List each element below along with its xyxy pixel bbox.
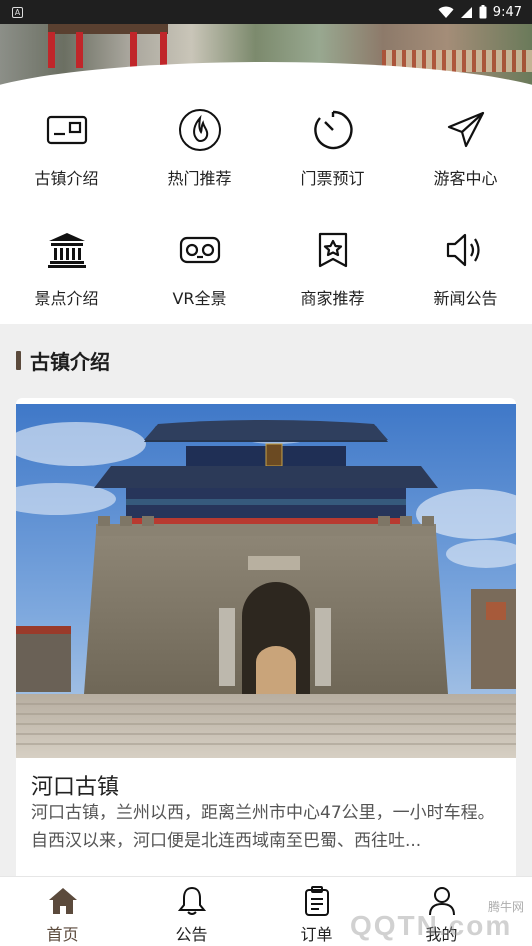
feature-grid: 古镇介绍 热门推荐 门票预订 游客中心景点介绍 VR全景 商家推荐 新闻公告 [0,94,532,324]
star-badge-icon [309,226,357,274]
menu-item[interactable]: 商家推荐 [266,214,399,324]
timer-icon [309,106,357,154]
site-watermark: 腾牛网 QQTN.com [330,898,532,946]
vr-goggles-icon [176,226,224,274]
section-accent-bar [16,351,21,370]
menu-item[interactable]: 古镇介绍 [0,94,133,204]
carousel-dot[interactable] [276,66,284,74]
carousel-dot[interactable] [226,66,244,74]
menu-item[interactable]: 新闻公告 [399,214,532,324]
menu-item-label: 景点介绍 [34,289,99,308]
menu-item-label: 游客中心 [433,169,498,188]
section-header: 古镇介绍 [16,346,110,375]
town-card[interactable]: 河口古镇 河口古镇，兰州以西，距离兰州市中心47公里，一小时车程。自西汉以来，河… [16,398,516,888]
section-title: 古镇介绍 [30,350,110,374]
nav-item-label: 公告 [175,925,208,944]
menu-item-label: 古镇介绍 [34,169,99,188]
menu-item-label: 热门推荐 [167,169,232,188]
temple-icon [43,226,91,274]
carousel-dot[interactable] [336,66,344,74]
menu-item-label: VR全景 [172,289,227,308]
menu-item[interactable]: 景点介绍 [0,214,133,324]
menu-item[interactable]: VR全景 [133,214,266,324]
menu-item[interactable]: 门票预订 [266,94,399,204]
carousel-dot[interactable] [296,66,304,74]
status-bar: A 9:47 [0,0,532,24]
banner-pavilion [48,24,168,70]
battery-icon [479,5,487,19]
menu-item-label: 门票预订 [300,169,365,188]
nav-item-label: 订单 [300,925,333,944]
nav-item[interactable]: 公告 [125,877,258,946]
carousel-indicator [206,66,344,74]
menu-item-label: 商家推荐 [300,289,365,308]
status-time: 9:47 [492,4,522,20]
bell-icon [177,885,207,917]
signal-icon [460,6,472,18]
watermark-main: QQTN.com [350,910,513,941]
town-name: 河口古镇 [31,775,120,800]
wifi-icon [438,6,454,18]
menu-item[interactable]: 热门推荐 [133,94,266,204]
menu-item[interactable]: 游客中心 [399,94,532,204]
app-notification-icon: A [12,6,23,18]
paper-plane-icon [442,106,490,154]
carousel-dot[interactable] [316,66,324,74]
carousel-dot[interactable] [206,66,214,74]
speaker-icon [442,226,490,274]
id-card-icon [43,106,91,154]
town-gate-photo [16,404,516,758]
menu-item-label: 新闻公告 [433,289,498,308]
home-icon [48,885,78,917]
flame-icon [176,106,224,154]
clipboard-icon [302,885,332,917]
nav-item[interactable]: 首页 [0,877,129,946]
nav-item-label: 首页 [46,925,79,944]
carousel-dot[interactable] [256,66,264,74]
town-description: 河口古镇，兰州以西，距离兰州市中心47公里，一小时车程。自西汉以来，河口便是北连… [31,803,495,851]
banner-carousel[interactable] [0,24,532,94]
